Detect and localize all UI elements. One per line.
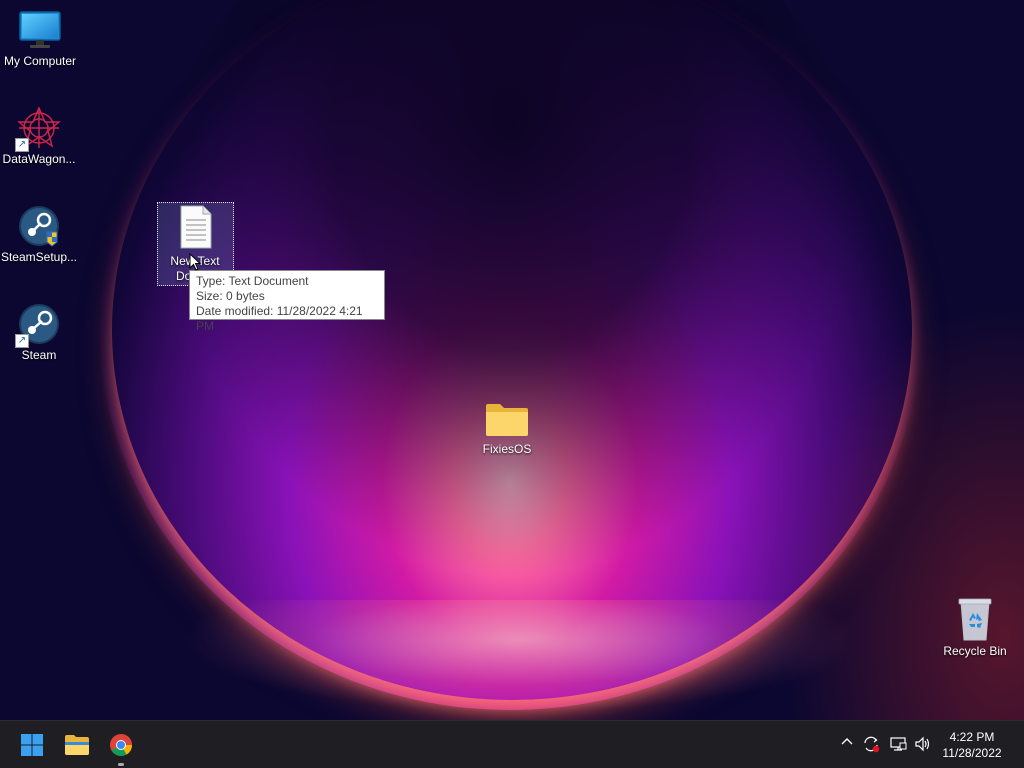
text-document-icon	[175, 204, 215, 250]
clock-time: 4:22 PM	[949, 730, 995, 744]
desktop-icon-label: FixiesOS	[482, 442, 532, 456]
tooltip-type: Type: Text Document	[196, 274, 309, 288]
start-button[interactable]	[16, 729, 48, 761]
shortcut-arrow-icon: ↗	[15, 138, 29, 152]
folder-icon	[65, 735, 89, 755]
taskbar: 4:22 PM 11/28/2022	[0, 720, 1024, 768]
desktop-icon-recycle-bin[interactable]: Recycle Bin	[935, 596, 1015, 658]
tooltip-date-modified: Date modified: 11/28/2022 4:21 PM	[196, 304, 363, 333]
clock-date: 11/28/2022	[942, 746, 1002, 760]
sync-icon[interactable]	[861, 735, 881, 755]
tooltip-size: Size: 0 bytes	[196, 289, 265, 303]
file-info-tooltip: Type: Text Document Size: 0 bytes Date m…	[189, 270, 385, 333]
mouse-cursor-icon	[189, 253, 201, 271]
folder-icon	[484, 400, 530, 440]
steam-setup-icon	[17, 204, 61, 248]
chrome-button[interactable]	[105, 729, 137, 761]
desktop-icon-my-computer[interactable]: My Computer	[0, 8, 80, 68]
desktop-icon-label: My Computer	[3, 54, 77, 68]
chrome-icon	[110, 734, 132, 756]
windows-logo-icon	[21, 734, 43, 756]
desktop-icon-label: DataWagon...	[2, 152, 76, 166]
steam-icon: ↗	[15, 302, 61, 348]
system-clock[interactable]: 4:22 PM 11/28/2022	[940, 729, 1004, 761]
chevron-up-icon[interactable]	[837, 735, 857, 755]
datawagon-logo-icon: ↗	[15, 106, 61, 152]
shortcut-arrow-icon: ↗	[15, 334, 29, 348]
file-explorer-button[interactable]	[61, 729, 93, 761]
volume-icon[interactable]	[913, 735, 933, 755]
monitor-icon	[18, 8, 62, 52]
network-icon[interactable]	[888, 735, 908, 755]
desktop-icon-fixiesos-folder[interactable]: FixiesOS	[467, 400, 547, 456]
desktop-icon-steam[interactable]: ↗ Steam	[0, 302, 79, 362]
running-indicator	[118, 763, 124, 766]
desktop-icon-label: Steam	[21, 348, 57, 362]
desktop-icon-datawagon[interactable]: ↗ DataWagon...	[0, 106, 79, 166]
desktop-icon-label: Recycle Bin	[943, 644, 1007, 658]
desktop-icon-steamsetup[interactable]: SteamSetup...	[0, 204, 79, 264]
desktop-icon-label: SteamSetup...	[0, 250, 78, 264]
recycle-bin-icon	[955, 596, 995, 642]
desktop[interactable]: My Computer ↗ DataWagon... SteamSetup...…	[0, 0, 1024, 720]
